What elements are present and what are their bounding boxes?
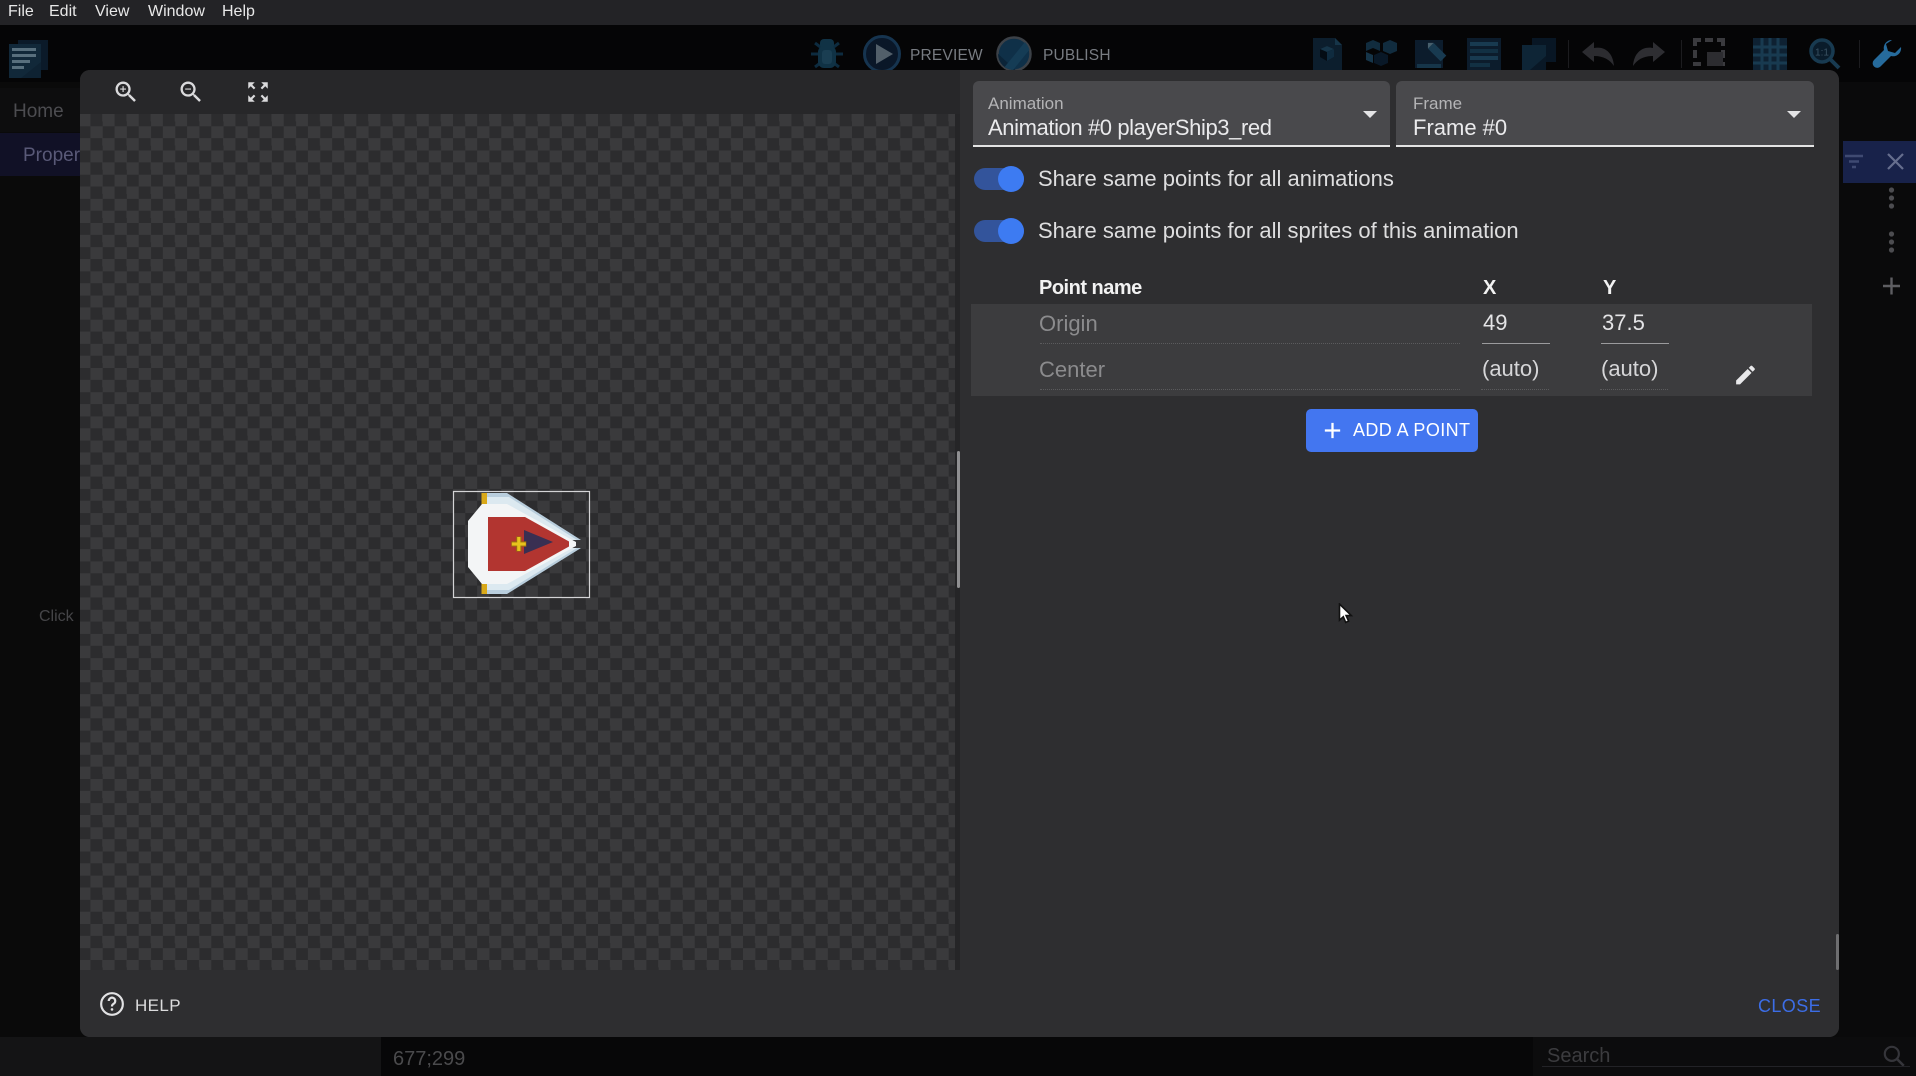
svg-text:1:1: 1:1 bbox=[1815, 48, 1829, 59]
